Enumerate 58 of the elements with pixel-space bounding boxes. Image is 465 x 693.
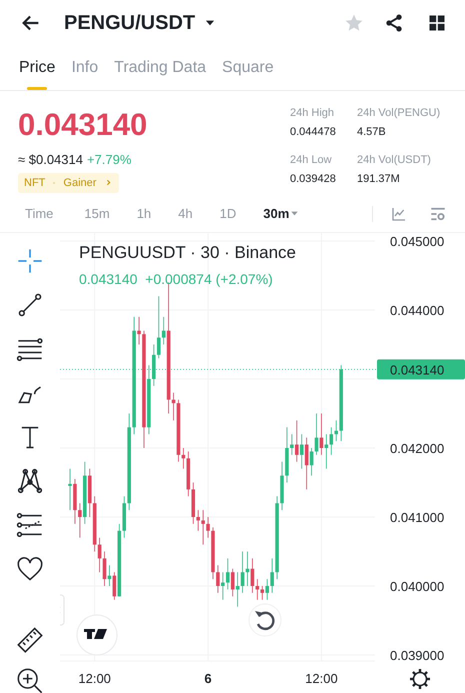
y-axis-label: 0.042000 [390,441,444,456]
drawing-tool-button[interactable] [16,625,44,653]
settings-icon[interactable] [410,669,430,689]
stat-value: 0.039428 [290,172,337,186]
y-axis-label: 0.039000 [390,648,444,663]
x-axis-label: 12:00 [78,671,111,686]
tab[interactable]: Trading Data [114,45,206,90]
ruler-icon [16,625,44,653]
pair-selector[interactable]: PENGU/USDT [64,8,218,38]
tab[interactable]: Price [19,45,56,90]
parallel-lines-icon [16,335,44,363]
current-price-tag: 0.043140 [377,359,465,380]
drawing-tool-button[interactable] [16,555,44,583]
drawing-tool-button[interactable] [16,667,44,693]
stat-label: 24h Vol(PENGU) [357,106,442,121]
last-price: 0.043140 [18,109,148,140]
y-axis-label: 0.044000 [390,303,444,318]
line-chart-icon[interactable] [391,206,407,222]
legend-values: 0.043140 +0.000874 (+2.07%) [79,271,273,287]
share-icon[interactable] [384,13,404,33]
grid-icon[interactable] [427,13,447,33]
stat-label: 24h Vol(USDT) [357,153,432,168]
stat-value: 191.37M [357,172,401,186]
timeframe-option[interactable]: 1D [220,204,236,224]
price-change: +7.79% [86,151,132,169]
zoom-in-icon [16,667,44,693]
tradingview-logo[interactable] [76,614,118,656]
timeframe-dropdown[interactable]: 30m [263,204,300,224]
heart-icon [16,555,44,583]
y-axis-label: 0.045000 [390,234,444,249]
stat-value: 0.044478 [290,124,337,140]
drawing-tool-button[interactable] [16,511,44,539]
tab[interactable]: Info [71,45,98,90]
reset-view-button[interactable] [248,604,282,636]
stat-label: 24h Low [290,153,333,168]
drawing-tool-button[interactable] [16,291,44,319]
collapse-handle[interactable] [60,594,64,626]
tag-pill[interactable]: NFT Gainer [18,172,120,193]
y-axis-label: 0.040000 [390,579,444,594]
pattern-icon [16,467,44,495]
tab[interactable]: Square [222,45,274,90]
x-axis-label: 6 [204,671,212,686]
chart-legend-title: PENGUUSDT · 30 · Binance [79,243,296,262]
stat-value: 4.57B [357,124,387,140]
timeframe-option[interactable]: 15m [84,204,110,224]
y-axis-label: 0.041000 [390,510,444,525]
time-label: Time [25,204,54,223]
stat-label: 24h High [290,106,336,121]
drawing-tool-button[interactable] [16,467,44,495]
timeframe-option[interactable]: 1h [136,204,152,224]
star-icon[interactable] [344,13,364,33]
x-axis-label: 12:00 [305,671,338,686]
crosshair-icon [16,247,44,275]
trend-line-icon [16,291,44,319]
timeframe-option[interactable]: 4h [178,204,193,224]
drawing-tool-button[interactable] [16,335,44,363]
usd-price: ≈ $0.04314 [18,151,83,169]
fibonacci-icon [16,511,44,539]
